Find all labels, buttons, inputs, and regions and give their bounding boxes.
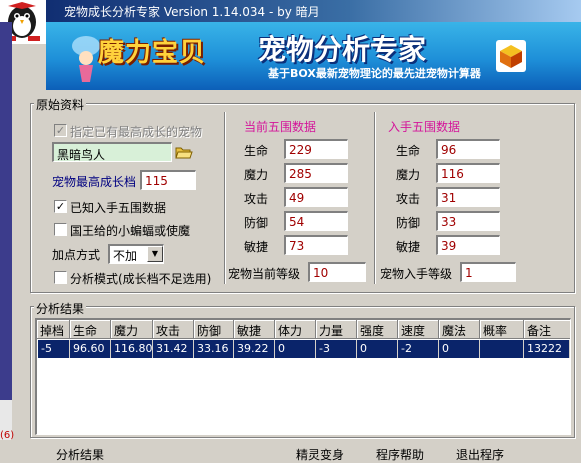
banner: 魔力宝贝 宠物分析专家 基于BOX最新宠物理论的最先进宠物计算器 — [46, 22, 581, 90]
col-header-mp[interactable]: 魔力 — [111, 320, 153, 339]
cell-note: 13222 — [524, 340, 570, 358]
points-mode-value: 不加 — [113, 249, 138, 263]
cell-prob — [480, 340, 524, 358]
col-header-mag[interactable]: 魔法 — [439, 320, 480, 339]
banner-heading: 宠物分析专家 — [258, 33, 427, 66]
table-header-row: 掉档 生命 魔力 攻击 防御 敏捷 体力 力量 强度 速度 魔法 概率 备注 — [37, 320, 570, 339]
initial-agi-label: 敏捷 — [396, 240, 421, 254]
cell-tgh: 0 — [357, 340, 398, 358]
initial-agi-field[interactable]: 39 — [436, 235, 500, 255]
current-stats-heading: 当前五围数据 — [244, 120, 317, 134]
current-def-field[interactable]: 54 — [284, 211, 348, 231]
cell-str: -3 — [316, 340, 357, 358]
current-level-label: 宠物当前等级 — [228, 267, 301, 281]
king-bat-label: 国王给的小蝙蝠或使魔 — [70, 224, 191, 238]
initial-mp-label: 魔力 — [396, 168, 421, 182]
pet-name-field[interactable]: 黑暗鸟人 — [52, 142, 172, 162]
max-growth-label: 宠物最高成长档 — [52, 175, 137, 189]
initial-def-label: 防御 — [396, 216, 421, 230]
title-bar[interactable]: 宠物成长分析专家 Version 1.14.034 - by 暗月 — [0, 0, 581, 22]
points-mode-label: 加点方式 — [52, 248, 101, 262]
current-level-field[interactable]: 10 — [308, 262, 366, 282]
current-mp-field[interactable]: 285 — [284, 163, 348, 183]
cell-vit: 0 — [275, 340, 316, 358]
open-folder-icon[interactable] — [175, 144, 193, 160]
specify-max-checkbox[interactable]: ✓ — [54, 124, 67, 137]
chevron-down-icon[interactable]: ▼ — [147, 246, 163, 262]
initial-mp-field[interactable]: 116 — [436, 163, 500, 183]
cell-atk: 31.42 — [153, 340, 194, 358]
max-growth-field[interactable]: 115 — [140, 170, 196, 190]
cube-icon — [496, 40, 526, 72]
raw-data-legend: 原始资料 — [34, 96, 87, 113]
initial-hp-label: 生命 — [396, 144, 421, 158]
cell-mag: 0 — [439, 340, 480, 358]
tab-exit[interactable]: 退出程序 — [456, 446, 504, 463]
current-mp-label: 魔力 — [244, 168, 269, 182]
col-header-def[interactable]: 防御 — [194, 320, 234, 339]
col-header-hp[interactable]: 生命 — [70, 320, 111, 339]
col-header-spd[interactable]: 速度 — [398, 320, 439, 339]
col-header-note[interactable]: 备注 — [524, 320, 570, 339]
tab-help[interactable]: 程序帮助 — [376, 446, 424, 463]
initial-stats-heading: 入手五围数据 — [388, 120, 461, 134]
initial-atk-field[interactable]: 31 — [436, 187, 500, 207]
col-header-agi[interactable]: 敏捷 — [234, 320, 275, 339]
initial-atk-label: 攻击 — [396, 192, 421, 206]
tab-spirit-transform[interactable]: 精灵变身 — [296, 446, 344, 463]
points-mode-select[interactable]: 不加 ▼ — [108, 244, 164, 264]
col-header-vit[interactable]: 体力 — [275, 320, 316, 339]
col-header-prob[interactable]: 概率 — [480, 320, 524, 339]
tab-analysis-result[interactable]: 分析结果 — [56, 446, 104, 463]
initial-def-field[interactable]: 33 — [436, 211, 500, 231]
table-row[interactable]: -5 96.60 116.80 31.42 33.16 39.22 0 -3 0… — [38, 340, 570, 358]
current-agi-field[interactable]: 73 — [284, 235, 348, 255]
bottom-tab-bar: 分析结果 精灵变身 程序帮助 退出程序 — [12, 446, 581, 462]
analysis-mode-label: 分析模式(成长档不足选用) — [70, 272, 212, 286]
specify-max-label: 指定已有最高成长的宠物 — [70, 125, 203, 139]
known-stats-checkbox[interactable]: ✓ — [54, 200, 67, 213]
results-legend: 分析结果 — [34, 300, 87, 317]
current-atk-field[interactable]: 49 — [284, 187, 348, 207]
left-strip — [0, 22, 12, 440]
current-hp-field[interactable]: 229 — [284, 139, 348, 159]
initial-hp-field[interactable]: 96 — [436, 139, 500, 159]
king-bat-checkbox[interactable] — [54, 223, 67, 236]
current-def-label: 防御 — [244, 216, 269, 230]
cell-drop: -5 — [38, 340, 70, 358]
cell-spd: -2 — [398, 340, 439, 358]
col-header-str[interactable]: 力量 — [316, 320, 357, 339]
cell-mp: 116.80 — [111, 340, 153, 358]
cell-hp: 96.60 — [70, 340, 111, 358]
current-atk-label: 攻击 — [244, 192, 269, 206]
strip-fragment-text: (6) — [0, 430, 15, 441]
cell-agi: 39.22 — [234, 340, 275, 358]
col-header-atk[interactable]: 攻击 — [153, 320, 194, 339]
current-agi-label: 敏捷 — [244, 240, 269, 254]
analysis-mode-checkbox[interactable] — [54, 271, 67, 284]
initial-level-field[interactable]: 1 — [460, 262, 516, 282]
banner-tagline: 基于BOX最新宠物理论的最先进宠物计算器 — [268, 67, 481, 80]
current-hp-label: 生命 — [244, 144, 269, 158]
window-title: 宠物成长分析专家 Version 1.14.034 - by 暗月 — [64, 5, 320, 19]
cell-def: 33.16 — [194, 340, 234, 358]
col-header-drop[interactable]: 掉档 — [37, 320, 70, 339]
col-header-tgh[interactable]: 强度 — [357, 320, 398, 339]
banner-logo-text: 魔力宝贝 — [98, 38, 207, 68]
results-table[interactable]: 掉档 生命 魔力 攻击 防御 敏捷 体力 力量 强度 速度 魔法 概率 备注 -… — [35, 318, 571, 435]
initial-level-label: 宠物入手等级 — [380, 267, 453, 281]
known-stats-label: 已知入手五围数据 — [70, 201, 167, 215]
